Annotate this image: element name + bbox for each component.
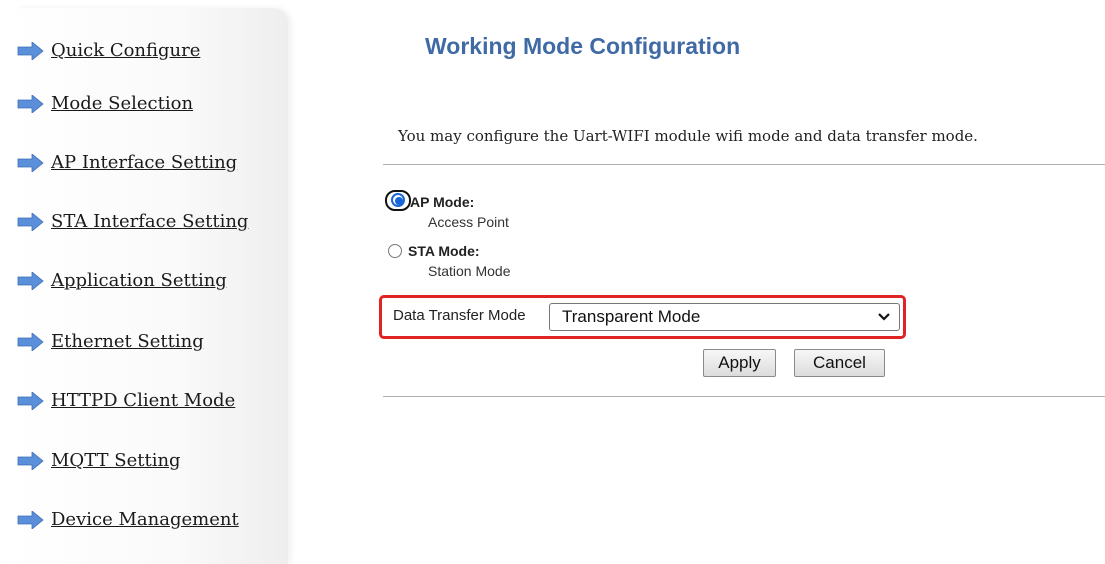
sidebar-item-sta-interface-setting[interactable]: STA Interface Setting: [17, 211, 248, 232]
sidebar-item-label: MQTT Setting: [51, 450, 181, 471]
arrow-right-icon: [17, 271, 44, 290]
divider-top: [383, 164, 1105, 165]
arrow-right-icon: [17, 212, 44, 231]
sidebar-item-mqtt-setting[interactable]: MQTT Setting: [17, 450, 181, 471]
sidebar-item-label: HTTPD Client Mode: [51, 390, 236, 411]
sidebar-item-label: Quick Configure: [51, 40, 201, 61]
arrow-right-icon: [17, 332, 44, 351]
cancel-button[interactable]: Cancel: [794, 349, 885, 377]
sidebar-item-label: STA Interface Setting: [51, 211, 249, 232]
data-transfer-label: Data Transfer Mode: [393, 307, 526, 324]
sidebar-item-mode-selection[interactable]: Mode Selection: [17, 93, 193, 114]
page-title: Working Mode Configuration: [425, 33, 741, 59]
data-transfer-select-value: Transparent Mode: [562, 307, 701, 326]
chevron-down-icon: [878, 313, 890, 321]
ap-mode-radio[interactable]: [391, 193, 405, 207]
arrow-right-icon: [17, 94, 44, 113]
sidebar-item-httpd-client-mode[interactable]: HTTPD Client Mode: [17, 390, 235, 411]
arrow-right-icon: [17, 391, 44, 410]
sidebar-item-label: Application Setting: [51, 270, 227, 291]
divider-bottom: [383, 396, 1105, 397]
sidebar-item-ethernet-setting[interactable]: Ethernet Setting: [17, 331, 204, 352]
arrow-right-icon: [17, 153, 44, 172]
sidebar-item-label: Device Management: [51, 509, 239, 530]
sidebar-item-ap-interface-setting[interactable]: AP Interface Setting: [17, 152, 237, 173]
sta-mode-label: STA Mode:: [408, 243, 480, 259]
sidebar-item-label: Ethernet Setting: [51, 331, 204, 352]
sta-mode-description: Station Mode: [428, 263, 511, 279]
arrow-right-icon: [17, 510, 44, 529]
data-transfer-select[interactable]: Transparent Mode: [549, 303, 900, 331]
sidebar-item-label: AP Interface Setting: [51, 152, 238, 173]
sidebar-item-application-setting[interactable]: Application Setting: [17, 270, 227, 291]
page-description: You may configure the Uart-WIFI module w…: [398, 127, 978, 145]
arrow-right-icon: [17, 451, 44, 470]
sidebar-item-device-management[interactable]: Device Management: [17, 509, 239, 530]
sidebar-item-label: Mode Selection: [51, 93, 194, 114]
ap-mode-label: AP Mode:: [410, 194, 475, 210]
ap-mode-description: Access Point: [428, 214, 509, 230]
arrow-right-icon: [17, 41, 44, 60]
sta-mode-radio[interactable]: [388, 244, 402, 258]
apply-button[interactable]: Apply: [703, 349, 776, 377]
sidebar-item-quick-configure[interactable]: Quick Configure: [17, 40, 200, 61]
